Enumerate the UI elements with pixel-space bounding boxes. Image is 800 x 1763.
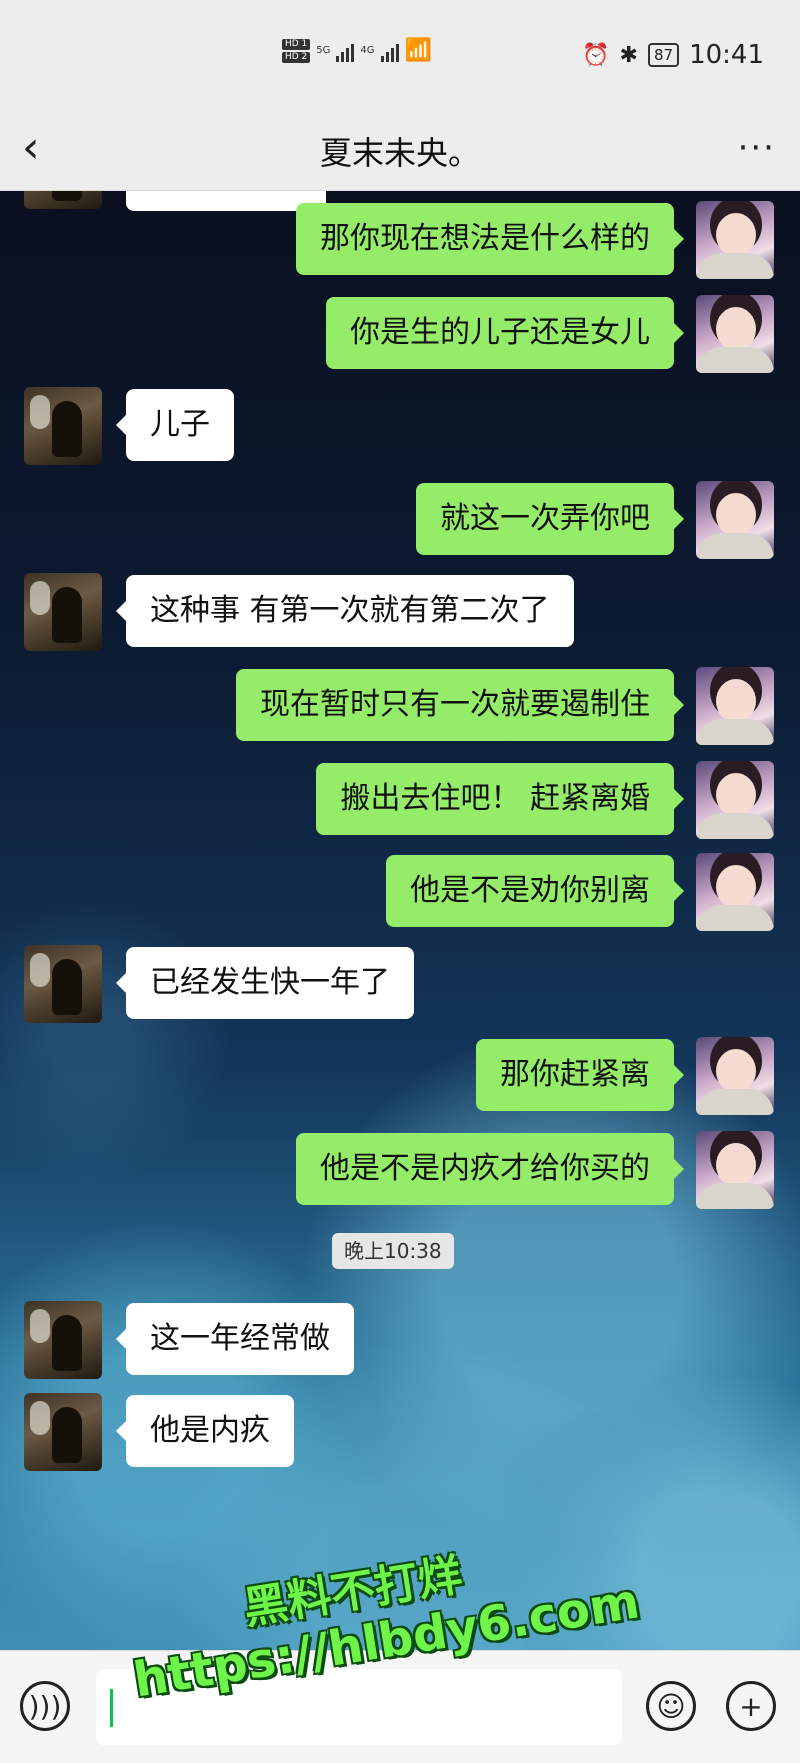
- message-bubble[interactable]: 他是内疚: [116, 1395, 294, 1467]
- battery-level: 87: [647, 43, 680, 67]
- avatar: [24, 191, 102, 209]
- chat-header: ‹ 夏末未央。 ···: [0, 108, 800, 191]
- chat-title: 夏末未央。: [319, 134, 480, 172]
- avatar[interactable]: [24, 573, 102, 651]
- message-bubble[interactable]: 这一年经常做: [116, 1303, 354, 1375]
- avatar[interactable]: [696, 201, 774, 279]
- message-bubble[interactable]: 你是生的儿子还是女儿: [326, 297, 684, 369]
- hd-badges: HD 1 HD 2: [282, 38, 311, 63]
- status-right: ⏰ ✱ 87 10:41: [582, 40, 764, 70]
- voice-icon[interactable]: ))): [20, 1681, 70, 1731]
- signal-icon-2: [380, 40, 399, 62]
- avatar[interactable]: [696, 295, 774, 373]
- message-bubble[interactable]: 这种事 有第一次就有第二次了: [116, 575, 574, 647]
- clock: 10:41: [689, 40, 764, 70]
- avatar[interactable]: [24, 1301, 102, 1379]
- message-bubble[interactable]: 儿子: [116, 389, 234, 461]
- message-input[interactable]: [96, 1669, 622, 1745]
- hd1-badge: HD 1: [282, 38, 311, 50]
- avatar[interactable]: [696, 1037, 774, 1115]
- plus-icon[interactable]: +: [726, 1681, 776, 1731]
- avatar[interactable]: [24, 945, 102, 1023]
- message-bubble[interactable]: 那你赶紧离: [476, 1039, 684, 1111]
- message-bubble[interactable]: 搬出去住吧！ 赶紧离婚: [316, 763, 684, 835]
- avatar[interactable]: [696, 667, 774, 745]
- network-type-1: 5G: [316, 45, 331, 56]
- message-bubble[interactable]: 那你现在想法是什么样的: [296, 203, 684, 275]
- hd2-badge: HD 2: [282, 51, 311, 63]
- avatar[interactable]: [24, 387, 102, 465]
- message-bubble[interactable]: 现在暂时只有一次就要遏制住: [236, 669, 684, 741]
- bluetooth-icon: ✱: [619, 42, 638, 68]
- message-bubble[interactable]: 已经发生快一年了: [116, 947, 414, 1019]
- text-caret: [110, 1689, 113, 1727]
- more-button[interactable]: ···: [738, 118, 776, 178]
- message-bubble[interactable]: 他是不是内疚才给你买的: [296, 1133, 684, 1205]
- avatar[interactable]: [696, 481, 774, 559]
- avatar[interactable]: [696, 761, 774, 839]
- message-timestamp: 晚上10:38: [332, 1233, 454, 1269]
- message-bubble[interactable]: 就这一次弄你吧: [416, 483, 684, 555]
- input-bar: ))) ☺ +: [0, 1650, 800, 1763]
- avatar[interactable]: [696, 853, 774, 931]
- chat-area[interactable]: 那你现在想法是什么样的 你是生的儿子还是女儿 儿子 就这一次弄你吧 这种事 有第…: [0, 191, 800, 1650]
- message-bubble[interactable]: 他是不是劝你别离: [386, 855, 684, 927]
- emoji-icon[interactable]: ☺: [646, 1681, 696, 1731]
- status-bar: HD 1 HD 2 5G 4G 📶 ⏰ ✱ 87 10:41: [0, 0, 800, 108]
- signal-icon: [336, 40, 355, 62]
- wifi-icon: 📶: [404, 38, 432, 63]
- avatar[interactable]: [696, 1131, 774, 1209]
- alarm-icon: ⏰: [582, 42, 610, 68]
- avatar[interactable]: [24, 1393, 102, 1471]
- network-indicators: HD 1 HD 2 5G 4G 📶: [282, 38, 432, 63]
- network-type-2: 4G: [360, 45, 375, 56]
